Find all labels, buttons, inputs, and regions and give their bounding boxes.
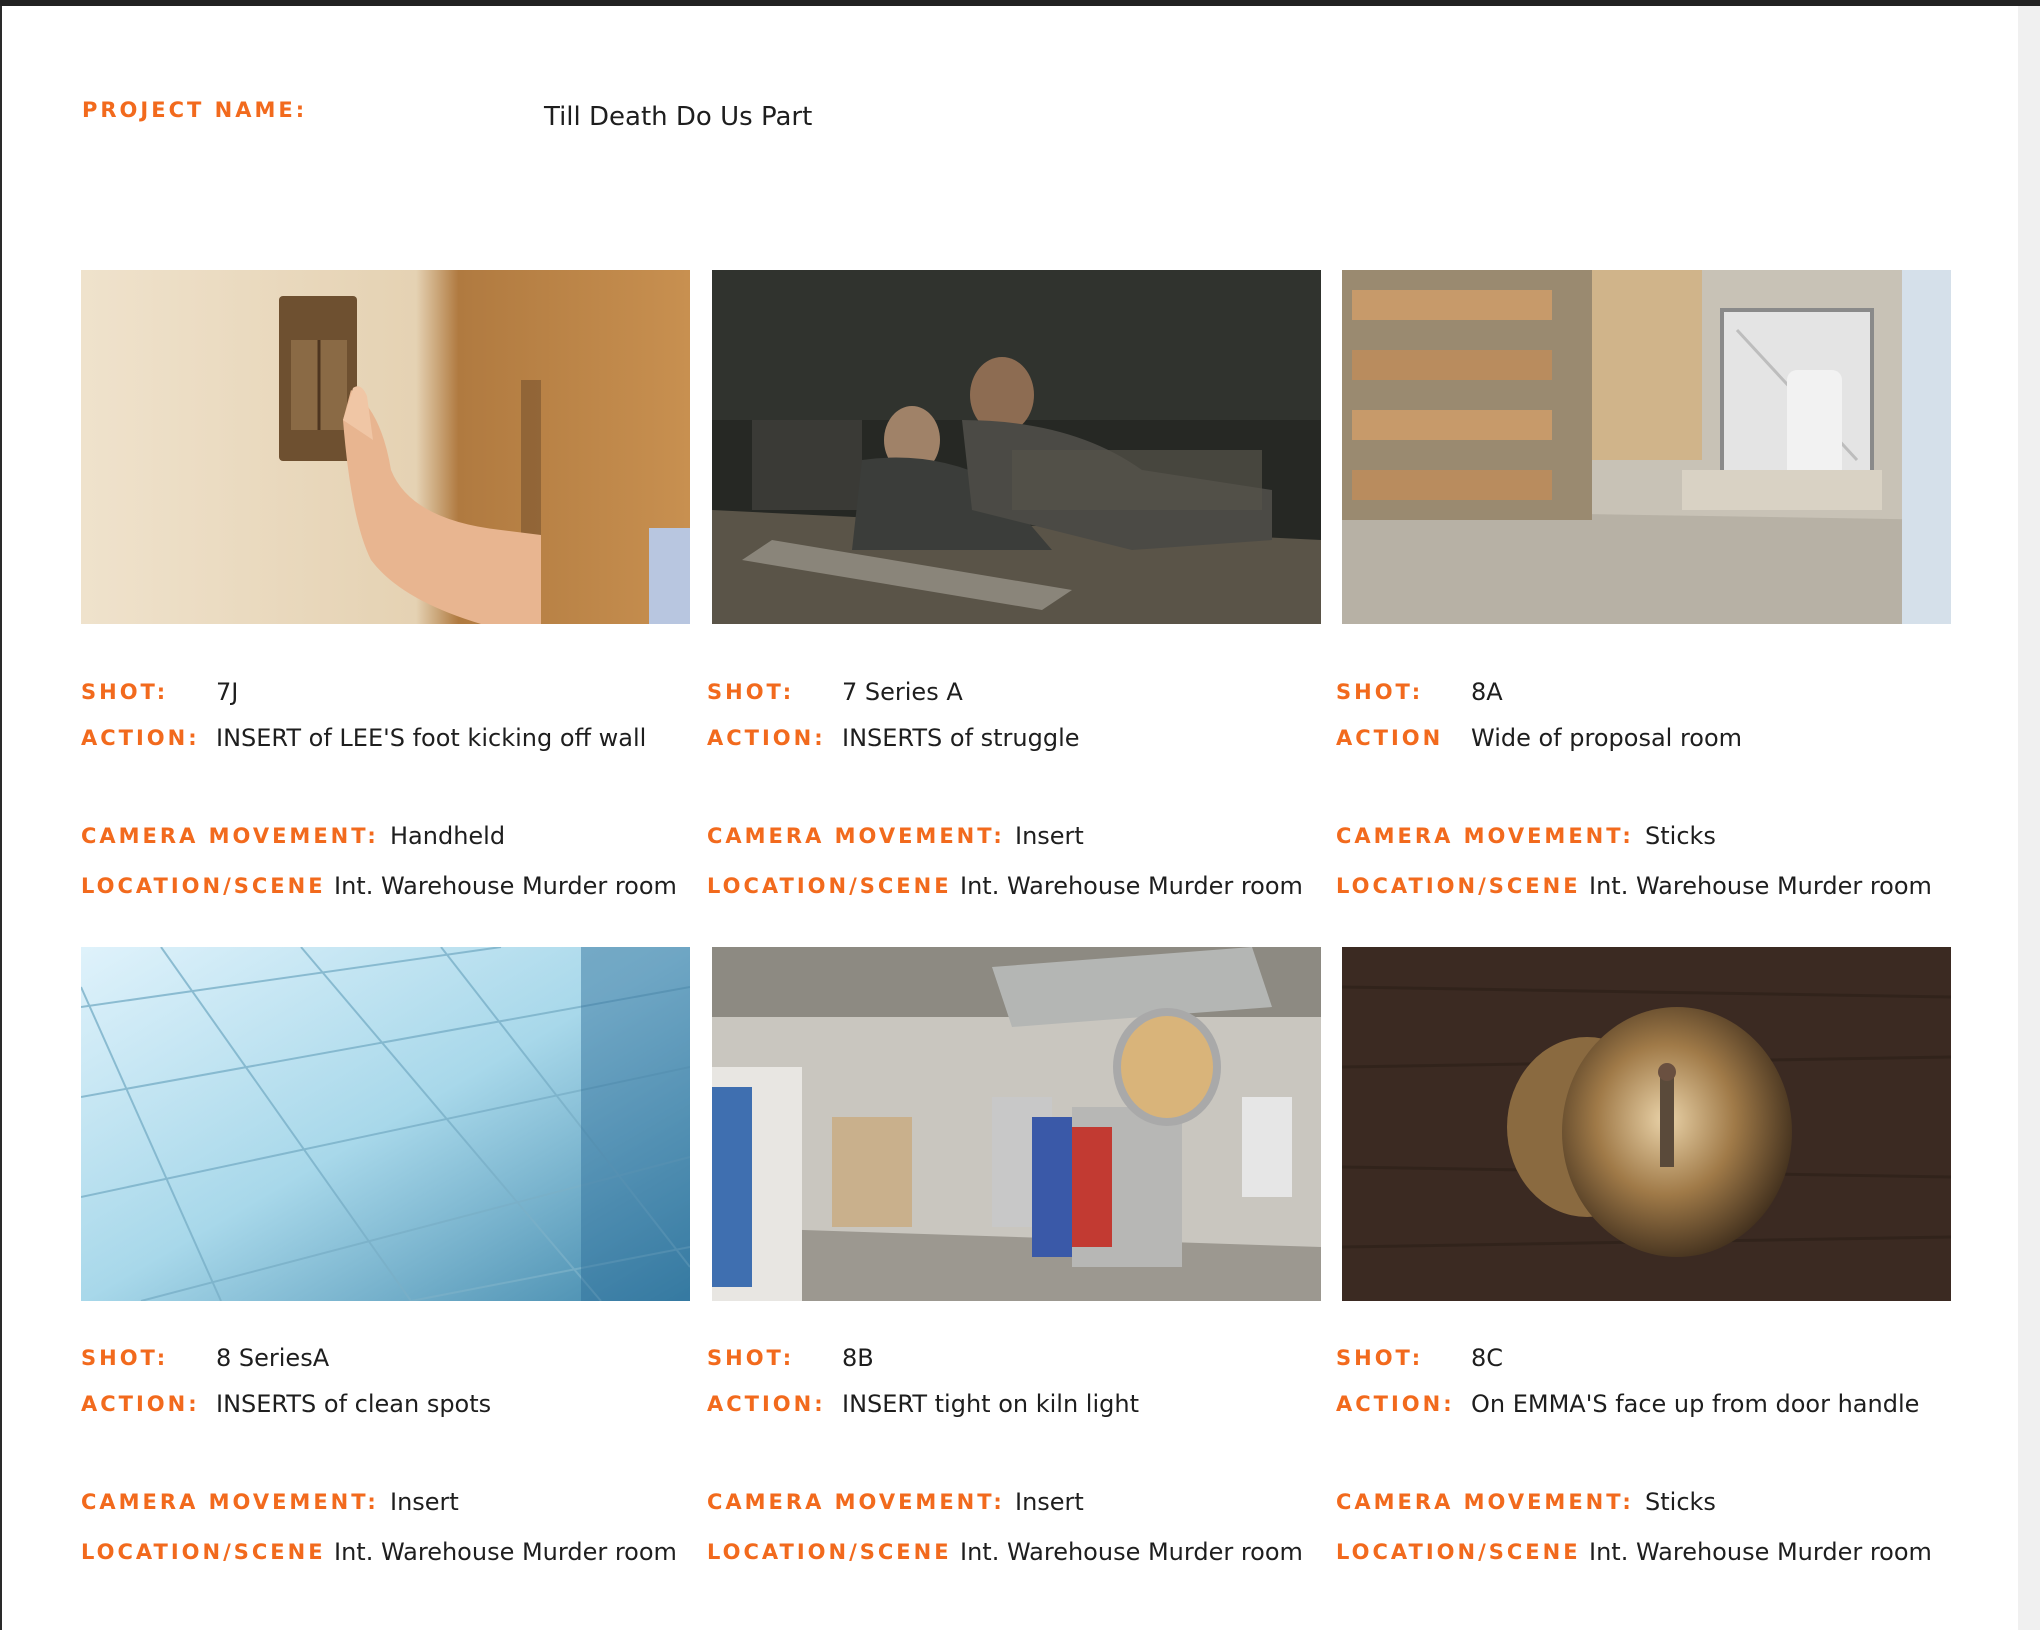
- location-value: Int. Warehouse Murder room: [1589, 872, 1932, 900]
- action-value: On EMMA'S face up from door handle: [1471, 1390, 1920, 1418]
- location-value: Int. Warehouse Murder room: [1589, 1538, 1932, 1566]
- action-label: ACTION:: [81, 1392, 200, 1416]
- camera-movement-value: Insert: [390, 1488, 459, 1516]
- camera-movement-label: CAMERA MOVEMENT:: [81, 824, 379, 848]
- location-label: LOCATION/SCENE: [707, 1540, 952, 1564]
- location-label: LOCATION/SCENE: [81, 1540, 326, 1564]
- camera-movement-value: Sticks: [1645, 1488, 1716, 1516]
- shot-image-struggle: [712, 270, 1321, 624]
- camera-movement-label: CAMERA MOVEMENT:: [707, 1490, 1005, 1514]
- shot-label: SHOT:: [81, 680, 169, 704]
- shot-value: 8B: [842, 1344, 874, 1372]
- action-value: Wide of proposal room: [1471, 724, 1743, 752]
- shot-image-tile-floor: [81, 947, 690, 1301]
- action-value: INSERTS of clean spots: [216, 1390, 492, 1418]
- camera-movement-label: CAMERA MOVEMENT:: [707, 824, 1005, 848]
- location-label: LOCATION/SCENE: [1336, 874, 1581, 898]
- shot-list-page: PROJECT NAME: Till Death Do Us Part SHOT…: [2, 6, 2018, 1630]
- shot-value: 7J: [216, 678, 239, 706]
- location-label: LOCATION/SCENE: [81, 874, 326, 898]
- location-value: Int. Warehouse Murder room: [960, 872, 1303, 900]
- camera-movement-value: Sticks: [1645, 822, 1716, 850]
- location-value: Int. Warehouse Murder room: [960, 1538, 1303, 1566]
- action-value: INSERT of LEE'S foot kicking off wall: [216, 724, 647, 752]
- page-margin-strip: [2018, 6, 2040, 1630]
- location-value: Int. Warehouse Murder room: [334, 1538, 677, 1566]
- action-label: ACTION:: [1336, 1392, 1455, 1416]
- action-value: INSERT tight on kiln light: [842, 1390, 1139, 1418]
- camera-movement-label: CAMERA MOVEMENT:: [1336, 824, 1634, 848]
- location-label: LOCATION/SCENE: [1336, 1540, 1581, 1564]
- camera-movement-label: CAMERA MOVEMENT:: [81, 1490, 379, 1514]
- shot-label: SHOT:: [707, 1346, 795, 1370]
- shot-value: 8C: [1471, 1344, 1504, 1372]
- location-value: Int. Warehouse Murder room: [334, 872, 677, 900]
- camera-movement-label: CAMERA MOVEMENT:: [1336, 1490, 1634, 1514]
- action-value: INSERTS of struggle: [842, 724, 1080, 752]
- action-label: ACTION: [1336, 726, 1444, 750]
- shot-label: SHOT:: [81, 1346, 169, 1370]
- action-label: ACTION:: [707, 1392, 826, 1416]
- shot-label: SHOT:: [707, 680, 795, 704]
- camera-movement-value: Handheld: [390, 822, 506, 850]
- location-label: LOCATION/SCENE: [707, 874, 952, 898]
- shot-image-warehouse: [1342, 270, 1951, 624]
- action-label: ACTION:: [707, 726, 826, 750]
- shot-value: 8A: [1471, 678, 1503, 706]
- shot-value: 8 SeriesA: [216, 1344, 330, 1372]
- shot-image-light-switch: [81, 270, 690, 624]
- shot-label: SHOT:: [1336, 1346, 1424, 1370]
- project-name-label: PROJECT NAME:: [82, 98, 308, 122]
- action-label: ACTION:: [81, 726, 200, 750]
- shot-label: SHOT:: [1336, 680, 1424, 704]
- shot-value: 7 Series A: [842, 678, 963, 706]
- shot-image-door-knob: [1342, 947, 1951, 1301]
- project-name-value: Till Death Do Us Part: [544, 102, 813, 132]
- camera-movement-value: Insert: [1015, 822, 1084, 850]
- shot-image-kiln-room: [712, 947, 1321, 1301]
- camera-movement-value: Insert: [1015, 1488, 1084, 1516]
